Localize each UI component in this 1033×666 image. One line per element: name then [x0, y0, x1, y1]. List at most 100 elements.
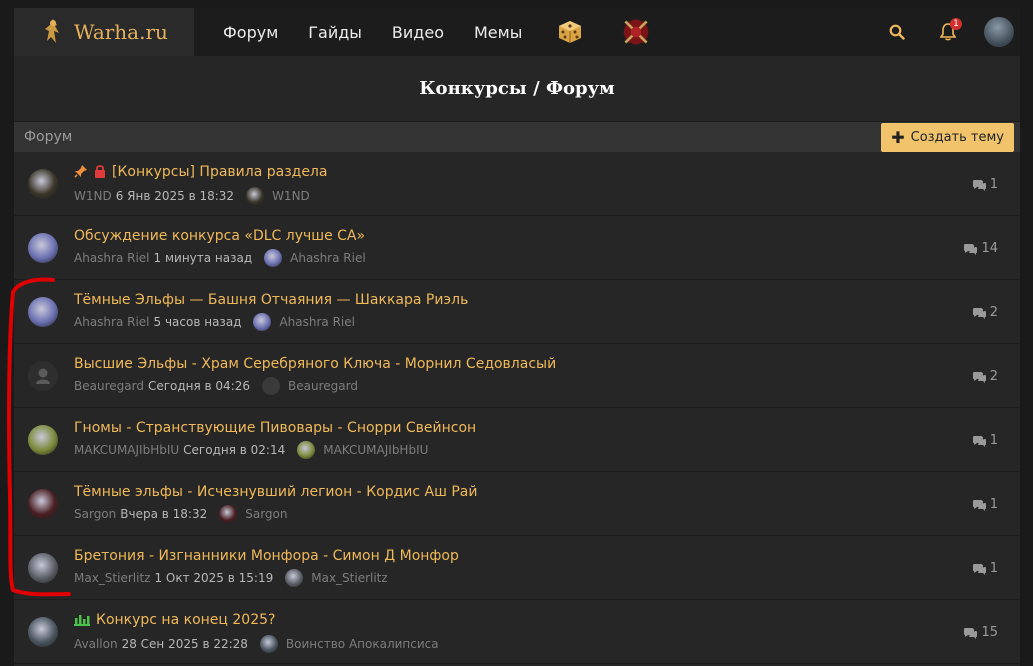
last-poster-avatar[interactable] — [246, 186, 265, 205]
create-thread-button[interactable]: ✚ Создать тему — [881, 122, 1014, 152]
thread-author[interactable]: Avallon — [74, 637, 118, 651]
thread-author-avatar[interactable] — [28, 488, 58, 519]
last-poster-avatar[interactable] — [297, 441, 316, 459]
thread-meta: Ahashra Riel 5 часов назад Ahashra Riel — [74, 313, 1020, 331]
poll-icon — [74, 611, 90, 630]
thread-main: Тёмные эльфы - Исчезнувший легион - Корд… — [74, 484, 1020, 523]
thread-meta: Sargon Вчера в 18:32 Sargon — [74, 505, 1020, 523]
thread-author-avatar[interactable] — [28, 616, 58, 647]
thread-author-avatar[interactable] — [28, 360, 58, 391]
last-poster-name[interactable]: MAKCUMAJIbHbIU — [323, 443, 428, 457]
thread-row[interactable]: [Конкурсы] Правила раздела W1ND 6 Янв 2025… — [14, 152, 1020, 216]
comments-icon — [972, 307, 986, 319]
thread-author[interactable]: Ahashra Riel — [74, 251, 150, 265]
last-poster-avatar[interactable] — [259, 634, 278, 653]
notifications-bell-icon[interactable]: 1 — [933, 17, 963, 47]
thread-main: Тёмные Эльфы — Башня Отчаяния — Шаккара … — [74, 292, 1020, 331]
thread-author[interactable]: Beauregard — [74, 379, 144, 393]
reply-count: 2 — [972, 305, 998, 320]
logo-icon — [45, 19, 59, 43]
create-thread-label: Создать тему — [910, 129, 1004, 145]
thread-author-avatar[interactable] — [28, 552, 58, 583]
nav-forum[interactable]: Форум — [208, 23, 293, 42]
emblem-icon[interactable] — [621, 17, 651, 47]
thread-title[interactable]: [Конкурсы] Правила раздела — [112, 164, 327, 180]
thread-author-avatar[interactable] — [28, 168, 58, 199]
thread-start-date[interactable]: 6 Янв 2025 в 18:32 — [116, 189, 234, 203]
thread-title[interactable]: Тёмные Эльфы — Башня Отчаяния — Шаккара … — [74, 292, 468, 308]
reply-count: 2 — [972, 369, 998, 384]
thread-author[interactable]: MAKCUMAJIbHbIU — [74, 443, 179, 457]
nav-guides[interactable]: Гайды — [293, 23, 377, 42]
thread-row[interactable]: Гномы - Странствующие Пивовары - Снорри … — [14, 408, 1020, 472]
last-poster-name[interactable]: Beauregard — [288, 379, 358, 393]
thread-row[interactable]: Бретония - Изгнанники Монфора - Симон Д … — [14, 536, 1020, 600]
site-logo[interactable]: Warha.ru — [14, 8, 194, 56]
thread-main: Бретония - Изгнанники Монфора - Симон Д … — [74, 548, 1020, 587]
dice-icon[interactable] — [555, 17, 585, 47]
last-poster-avatar[interactable] — [262, 377, 280, 395]
nav-video[interactable]: Видео — [377, 23, 459, 42]
reply-count-value: 2 — [989, 305, 998, 320]
comments-icon — [972, 179, 986, 191]
thread-title[interactable]: Тёмные эльфы - Исчезнувший легион - Корд… — [74, 484, 477, 500]
comments-icon — [972, 563, 986, 575]
thread-author-avatar[interactable] — [28, 296, 58, 327]
thread-meta: W1ND 6 Янв 2025 в 18:32 W1ND — [74, 186, 1020, 205]
last-poster-avatar[interactable] — [285, 569, 304, 587]
thread-start-date[interactable]: 5 часов назад — [154, 315, 242, 329]
last-poster-name[interactable]: Ahashra Riel — [290, 251, 366, 265]
last-poster-name[interactable]: Sargon — [245, 507, 287, 521]
thread-start-date[interactable]: Вчера в 18:32 — [120, 507, 207, 521]
thread-title[interactable]: Высшие Эльфы - Храм Серебряного Ключа - … — [74, 356, 556, 372]
last-poster-name[interactable]: Max_Stierlitz — [311, 571, 387, 585]
thread-list: [Конкурсы] Правила раздела W1ND 6 Янв 2025… — [14, 152, 1020, 664]
last-poster-avatar[interactable] — [253, 313, 272, 331]
comments-icon — [972, 499, 986, 511]
thread-title-row: Бретония - Изгнанники Монфора - Симон Д … — [74, 548, 1020, 564]
last-poster-name[interactable]: Воинство Апокалипсиса — [286, 637, 439, 651]
notification-badge: 1 — [950, 18, 962, 30]
last-poster-name[interactable]: W1ND — [272, 189, 310, 203]
thread-row[interactable]: Тёмные Эльфы — Башня Отчаяния — Шаккара … — [14, 280, 1020, 344]
thread-main: Высшие Эльфы - Храм Серебряного Ключа - … — [74, 356, 1020, 395]
thread-row[interactable]: Конкурс на конец 2025? Avallon 28 Сен 2025… — [14, 600, 1020, 664]
thread-start-date[interactable]: 1 минута назад — [154, 251, 253, 265]
user-menu[interactable] — [984, 17, 1014, 47]
thread-main: Конкурс на конец 2025? Avallon 28 Сен 2025… — [74, 611, 1020, 653]
thread-title-row: Высшие Эльфы - Храм Серебряного Ключа - … — [74, 356, 1020, 372]
thread-row[interactable]: Высшие Эльфы - Храм Серебряного Ключа - … — [14, 344, 1020, 408]
thread-start-date[interactable]: Сегодня в 04:26 — [148, 379, 250, 393]
thread-title[interactable]: Конкурс на конец 2025? — [96, 612, 275, 628]
thread-author-avatar[interactable] — [28, 424, 58, 455]
thread-title[interactable]: Бретония - Изгнанники Монфора - Симон Д … — [74, 548, 459, 564]
thread-author[interactable]: W1ND — [74, 189, 112, 203]
thread-row[interactable]: Тёмные эльфы - Исчезнувший легион - Корд… — [14, 472, 1020, 536]
thread-start-date[interactable]: Сегодня в 02:14 — [183, 443, 285, 457]
last-poster-avatar[interactable] — [219, 505, 238, 523]
thread-title-row: Конкурс на конец 2025? — [74, 611, 1020, 630]
thread-row[interactable]: Обсуждение конкурса «DLC лучше CA» Ahashr… — [14, 216, 1020, 280]
header-actions: 1 — [861, 8, 1014, 56]
section-label: Форум — [24, 129, 73, 145]
last-poster-name[interactable]: Ahashra Riel — [279, 315, 355, 329]
comments-icon — [972, 435, 986, 447]
reply-count-value: 15 — [981, 625, 998, 640]
thread-main: Гномы - Странствующие Пивовары - Снорри … — [74, 420, 1020, 459]
thread-start-date[interactable]: 1 Окт 2025 в 15:19 — [154, 571, 273, 585]
thread-meta: Beauregard Сегодня в 04:26 Beauregard — [74, 377, 1020, 395]
thread-main: Обсуждение конкурса «DLC лучше CA» Ahashr… — [74, 228, 1020, 267]
thread-title[interactable]: Гномы - Странствующие Пивовары - Снорри … — [74, 420, 476, 436]
last-poster-avatar[interactable] — [264, 249, 283, 267]
thread-author[interactable]: Sargon — [74, 507, 116, 521]
thread-author[interactable]: Max_Stierlitz — [74, 571, 150, 585]
thread-meta: MAKCUMAJIbHbIU Сегодня в 02:14 MAKCUMAJIbH… — [74, 441, 1020, 459]
reply-count-value: 2 — [989, 369, 998, 384]
nav-memes[interactable]: Мемы — [459, 23, 537, 42]
thread-author[interactable]: Ahashra Riel — [74, 315, 150, 329]
user-avatar — [984, 17, 1014, 47]
thread-title[interactable]: Обсуждение конкурса «DLC лучше CA» — [74, 228, 365, 244]
thread-author-avatar[interactable] — [28, 232, 58, 263]
search-icon[interactable] — [882, 17, 912, 47]
thread-start-date[interactable]: 28 Сен 2025 в 22:28 — [122, 637, 248, 651]
